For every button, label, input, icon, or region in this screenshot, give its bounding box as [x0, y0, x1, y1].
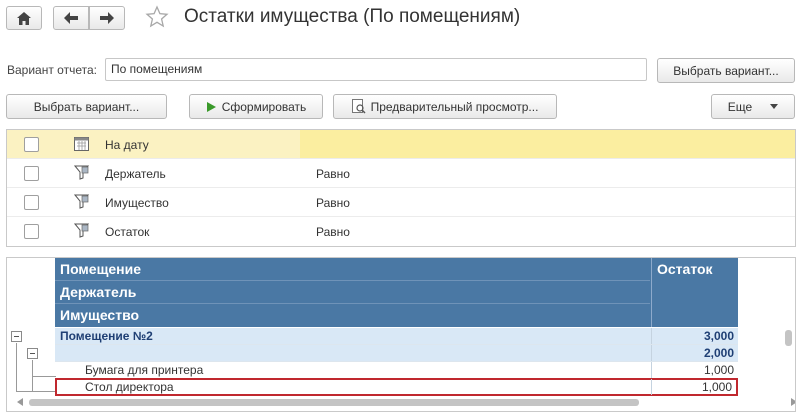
settings-checkbox[interactable]	[24, 166, 39, 181]
horizontal-scrollbar[interactable]	[15, 398, 795, 407]
tree-line	[16, 343, 17, 391]
table-row[interactable]: 2,000	[55, 345, 738, 362]
select-variant-button[interactable]: Выбрать вариант...	[6, 94, 167, 119]
generate-label: Сформировать	[221, 99, 307, 114]
header-balance: Остаток	[651, 258, 738, 327]
scroll-left-icon[interactable]	[17, 398, 23, 406]
settings-row-date[interactable]: На дату	[7, 130, 795, 159]
row-value: 1,000	[651, 362, 738, 378]
tree-line	[32, 376, 56, 377]
row-value: 1,000	[651, 379, 736, 395]
table-row-highlighted[interactable]: Стол директора 1,000	[55, 378, 738, 396]
calendar-icon	[74, 137, 89, 151]
settings-row-property[interactable]: Имущество Равно	[7, 188, 795, 217]
settings-table: На дату Держатель Равно Имущество Равно …	[6, 129, 796, 247]
home-button[interactable]	[6, 6, 42, 30]
home-icon	[17, 11, 31, 25]
scroll-right-icon[interactable]	[791, 398, 796, 406]
collapse-group-toggle[interactable]	[11, 331, 22, 342]
favorite-star[interactable]	[145, 5, 169, 29]
more-button[interactable]: Еще	[711, 94, 795, 119]
row-name: Помещение №2	[60, 329, 153, 343]
settings-row-balance[interactable]: Остаток Равно	[7, 217, 795, 246]
arrow-right-icon	[100, 12, 114, 24]
filter-icon	[74, 165, 89, 180]
table-row[interactable]: Помещение №2 3,000	[55, 328, 738, 345]
filter-icon	[74, 194, 89, 209]
filter-icon	[74, 223, 89, 238]
header-holder: Держатель	[55, 281, 650, 304]
vertical-scrollbar[interactable]	[784, 324, 793, 394]
row-name	[55, 345, 650, 361]
variant-field[interactable]: По помещениям	[105, 58, 647, 81]
preview-label: Предварительный просмотр...	[370, 99, 539, 114]
arrow-left-icon	[64, 12, 78, 24]
settings-name: На дату	[105, 138, 149, 152]
report-header: Помещение Держатель Имущество Остаток	[55, 258, 738, 327]
row-name: Бумага для принтера	[85, 363, 204, 377]
back-button[interactable]	[53, 6, 89, 30]
row-value: 3,000	[651, 328, 738, 344]
settings-condition[interactable]: Равно	[316, 225, 350, 239]
settings-condition[interactable]: Равно	[316, 167, 350, 181]
chevron-down-icon	[770, 104, 779, 109]
collapse-subgroup-toggle[interactable]	[27, 348, 38, 359]
row-value: 2,000	[651, 345, 738, 361]
settings-checkbox[interactable]	[24, 195, 39, 210]
settings-checkbox[interactable]	[24, 224, 39, 239]
table-row[interactable]: Бумага для принтера 1,000	[55, 362, 738, 379]
play-icon	[206, 101, 216, 112]
row-name: Стол директора	[85, 380, 174, 394]
scroll-thumb[interactable]	[29, 399, 639, 406]
tree-line	[16, 391, 56, 392]
header-room: Помещение	[55, 258, 650, 281]
settings-row-holder[interactable]: Держатель Равно	[7, 159, 795, 188]
select-variant-top-button[interactable]: Выбрать вариант...	[657, 58, 795, 83]
settings-checkbox[interactable]	[24, 137, 39, 152]
settings-name: Остаток	[105, 225, 150, 239]
settings-name: Держатель	[105, 167, 166, 181]
settings-name: Имущество	[105, 196, 169, 210]
star-icon	[145, 5, 169, 28]
preview-icon	[351, 99, 366, 114]
variant-label: Вариант отчета:	[7, 63, 97, 77]
settings-value-cell[interactable]	[300, 130, 795, 158]
header-property: Имущество	[60, 307, 140, 323]
scroll-thumb[interactable]	[785, 330, 792, 346]
report-area: Помещение Держатель Имущество Остаток По…	[6, 257, 796, 412]
page-title: Остатки имущества (По помещениям)	[184, 6, 521, 27]
more-label: Еще	[727, 99, 753, 114]
forward-button[interactable]	[89, 6, 125, 30]
settings-condition[interactable]: Равно	[316, 196, 350, 210]
preview-button[interactable]: Предварительный просмотр...	[333, 94, 557, 119]
generate-button[interactable]: Сформировать	[189, 94, 323, 119]
